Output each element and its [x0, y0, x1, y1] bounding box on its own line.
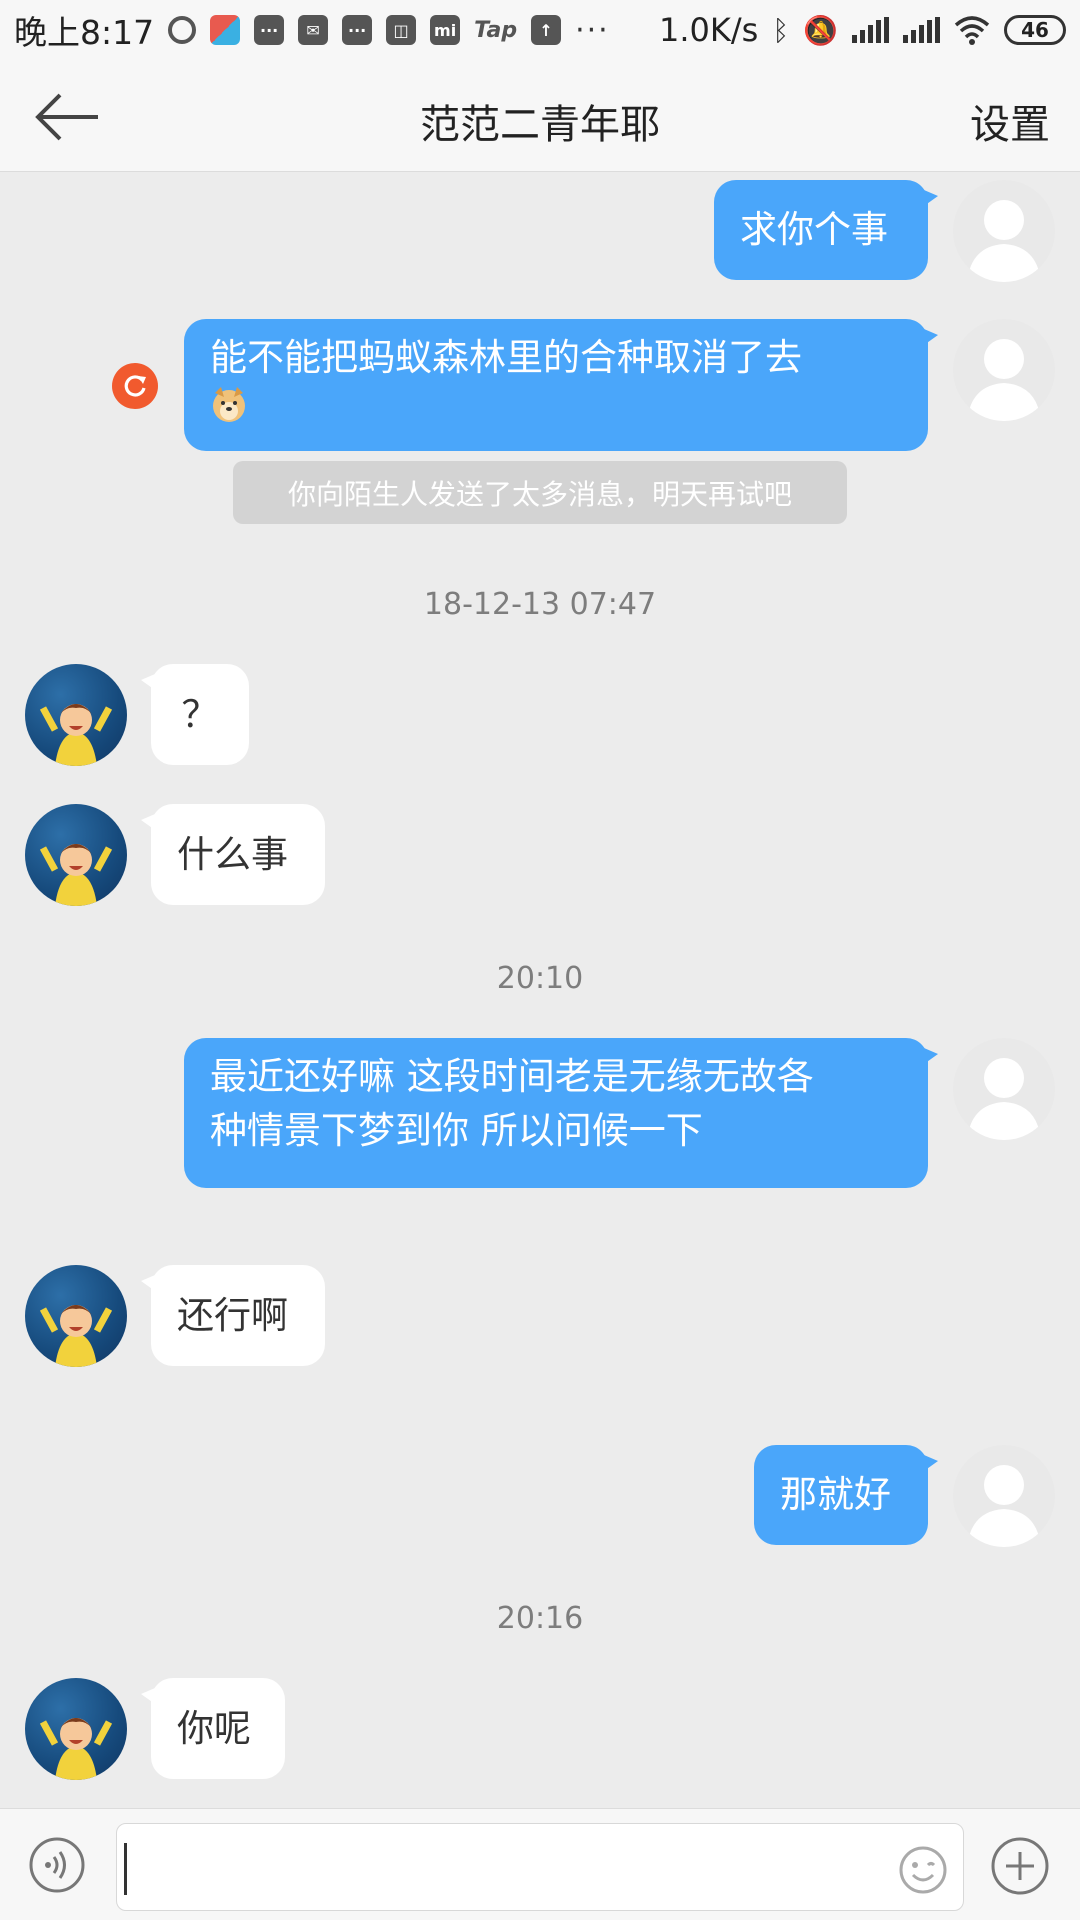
timestamp: 20:10 — [496, 961, 584, 996]
message-text: 求你个事 — [740, 208, 888, 251]
network-speed: 1.0K/s — [658, 11, 759, 49]
sms-icon: ··· — [342, 15, 373, 45]
friend-avatar[interactable] — [25, 1678, 127, 1780]
signal-2-icon — [903, 17, 940, 43]
app-notification-icon — [210, 15, 241, 45]
incoming-message[interactable]: 你呢 — [141, 1678, 285, 1779]
message-text-line: 种情景下梦到你 所以问候一下 — [210, 1109, 703, 1152]
voice-button[interactable] — [28, 1836, 86, 1894]
outgoing-message[interactable]: 求你个事 — [714, 180, 938, 280]
battery-indicator: 46 — [1004, 15, 1066, 45]
incoming-message[interactable]: 什么事 — [141, 804, 325, 905]
message-text: 那就好 — [780, 1473, 891, 1516]
title-bar: 范范二青年耶 设置 — [0, 60, 1080, 172]
chat-title: 范范二青年耶 — [420, 102, 660, 148]
default-person-icon — [967, 1058, 1041, 1140]
voice-icon — [29, 1837, 85, 1893]
refresh-icon — [124, 375, 146, 397]
timestamp: 20:16 — [496, 1601, 584, 1636]
mi-store-icon: mi — [430, 15, 461, 45]
message-text: 什么事 — [177, 832, 288, 876]
friend-avatar[interactable] — [25, 804, 127, 906]
timestamp: 18-12-13 07:47 — [423, 587, 657, 622]
resend-button[interactable] — [112, 363, 158, 409]
cartoon-character-icon — [39, 1718, 113, 1780]
smiley-icon — [899, 1846, 947, 1894]
bluetooth-icon: ᛒ — [772, 13, 790, 47]
friend-avatar[interactable] — [25, 664, 127, 766]
incoming-message[interactable]: 还行啊 — [141, 1265, 325, 1366]
message-icon: ··· — [254, 15, 285, 45]
message-text: 你呢 — [177, 1706, 251, 1750]
signal-1-icon — [852, 17, 889, 43]
send-limit-notice: 你向陌生人发送了太多消息，明天再试吧 — [233, 461, 847, 524]
my-avatar[interactable] — [953, 1038, 1055, 1140]
my-avatar[interactable] — [953, 319, 1055, 421]
input-bar — [0, 1808, 1080, 1920]
outgoing-message[interactable]: 那就好 — [754, 1445, 938, 1545]
text-caret — [124, 1843, 127, 1895]
more-notifications-icon: ··· — [575, 12, 610, 48]
incoming-message[interactable]: ？ — [141, 664, 249, 765]
plus-icon — [991, 1837, 1049, 1895]
outgoing-message[interactable]: 能不能把蚂蚁森林里的合种取消了去 — [184, 319, 938, 451]
outgoing-message[interactable]: 最近还好嘛 这段时间老是无缘无故各 种情景下梦到你 所以问候一下 — [184, 1038, 938, 1188]
cartoon-character-icon — [39, 704, 113, 766]
mute-icon: 🔕 — [803, 13, 838, 47]
more-actions-button[interactable] — [990, 1836, 1050, 1896]
friend-avatar[interactable] — [25, 1265, 127, 1367]
my-avatar[interactable] — [953, 1445, 1055, 1547]
default-person-icon — [967, 339, 1041, 421]
emoji-button[interactable] — [898, 1845, 948, 1895]
status-time: 晚上8:17 — [14, 13, 155, 52]
cassette-icon: ◫ — [386, 15, 417, 45]
doge-emoji-icon — [213, 387, 245, 422]
cartoon-character-icon — [39, 1305, 113, 1367]
default-person-icon — [967, 200, 1041, 282]
message-text: ？ — [181, 692, 219, 736]
wifi-icon — [954, 16, 990, 45]
message-text: 还行啊 — [177, 1293, 288, 1337]
default-person-icon — [967, 1465, 1041, 1547]
upload-icon: ↑ — [531, 15, 562, 45]
message-text: 能不能把蚂蚁森林里的合种取消了去 — [210, 336, 802, 379]
my-avatar[interactable] — [953, 180, 1055, 282]
status-bar: 晚上8:17 ··· ✉ ··· ◫ mi Tap ↑ ··· 1.0K/s ᛒ… — [0, 0, 1080, 60]
netease-music-icon — [168, 16, 197, 44]
message-text-line: 最近还好嘛 这段时间老是无缘无故各 — [210, 1055, 814, 1098]
wechat-icon: ✉ — [298, 15, 329, 45]
settings-button[interactable]: 设置 — [970, 92, 1050, 150]
cartoon-character-icon — [39, 844, 113, 906]
taptap-icon: Tap — [474, 17, 518, 43]
message-input[interactable] — [116, 1823, 964, 1911]
